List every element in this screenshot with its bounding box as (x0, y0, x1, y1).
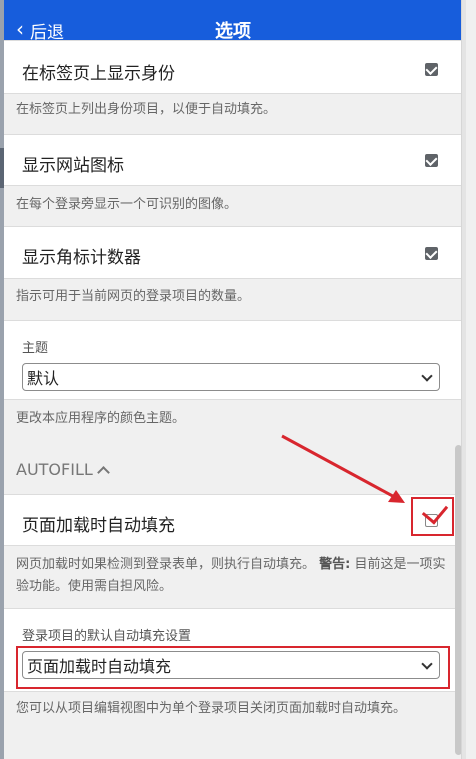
warning-label: 警告: (319, 557, 351, 572)
theme-label: 主题 (22, 341, 49, 356)
option-help: 指示可用于当前网页的登录项目的数量。 (16, 289, 251, 304)
option-help: 在标签页上列出身份项目，以便于自动填充。 (16, 102, 277, 117)
show-identities-checkbox[interactable] (425, 63, 438, 76)
option-badge-counter[interactable]: 显示角标计数器 (4, 226, 461, 279)
option-help: 在每个登录旁显示一个可识别的图像。 (16, 197, 238, 212)
autofill-section-title: AUTOFILL (16, 460, 93, 479)
screen: ‹ 后退 选项 在标签页上显示身份 在标签页上列出身份项目，以便于自动填充。 显… (0, 0, 476, 759)
theme-selected-value: 默认 (27, 369, 60, 388)
autofill-section-toggle[interactable]: AUTOFILL (16, 460, 110, 479)
chevron-down-icon (421, 370, 433, 382)
option-label: 显示角标计数器 (22, 248, 141, 268)
badge-counter-checkbox[interactable] (425, 247, 438, 260)
theme-setting: 主题 默认 (4, 320, 461, 400)
annotation-box-select (16, 646, 450, 689)
option-label: 页面加载时自动填充 (22, 516, 175, 536)
background-right-edge (466, 0, 476, 759)
default-autofill-label: 登录项目的默认自动填充设置 (22, 629, 192, 644)
show-favicons-checkbox[interactable] (425, 154, 438, 167)
option-label: 在标签页上显示身份 (22, 64, 175, 84)
autofill-help-text: 网页加载时如果检测到登录表单，则执行自动填充。 (16, 557, 316, 572)
chevron-up-icon (96, 465, 110, 479)
theme-help: 更改本应用程序的颜色主题。 (16, 411, 186, 426)
option-show-identities[interactable]: 在标签页上显示身份 (4, 40, 461, 94)
option-autofill-on-page-load[interactable]: 页面加载时自动填充 (4, 494, 461, 546)
option-show-favicons[interactable]: 显示网站图标 (4, 134, 461, 186)
autofill-help: 网页加载时如果检测到登录表单，则执行自动填充。 警告: 目前这是一项实验功能。使… (16, 554, 446, 598)
option-label: 显示网站图标 (22, 156, 124, 176)
default-autofill-help: 您可以从项目编辑视图中为单个登录项目关闭页面加载时自动填充。 (16, 701, 407, 716)
scrollbar-thumb[interactable] (455, 445, 461, 755)
theme-select[interactable]: 默认 (22, 363, 440, 391)
